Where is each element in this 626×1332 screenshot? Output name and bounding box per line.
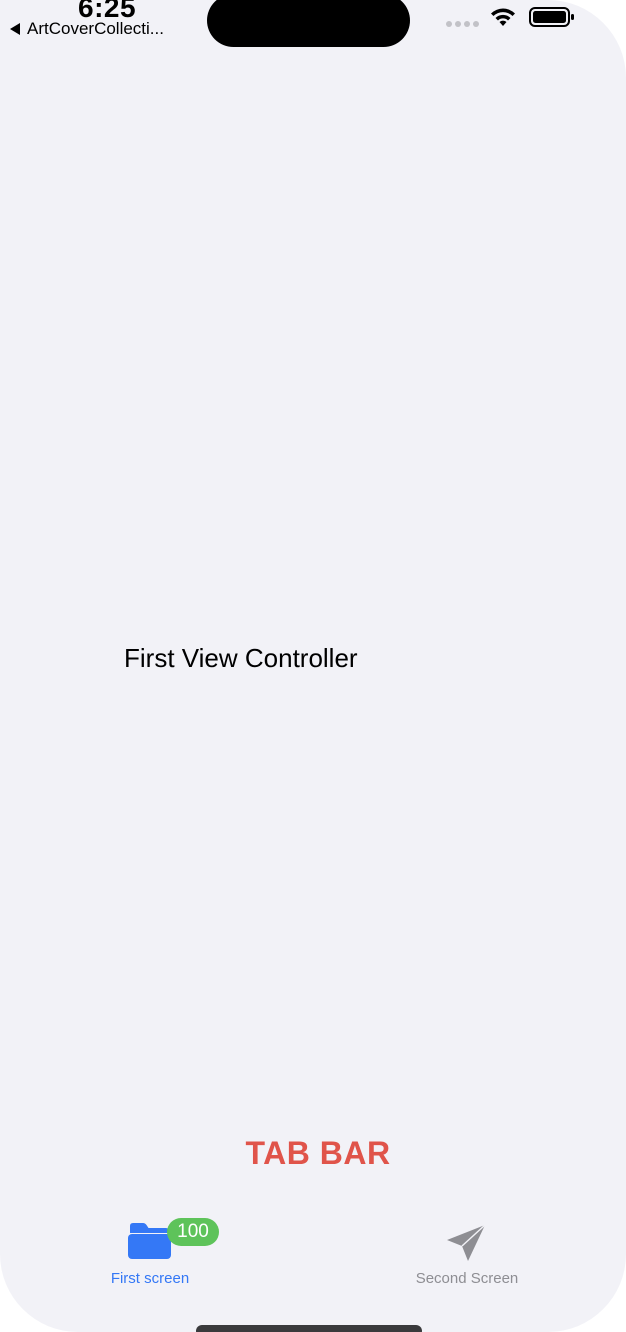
paper-plane-icon xyxy=(447,1224,486,1261)
tab-label-second-screen: Second Screen xyxy=(415,1270,519,1287)
dynamic-island xyxy=(207,0,410,47)
first-view-controller-label: First View Controller xyxy=(124,643,358,673)
cellular-signal-icon xyxy=(446,21,479,27)
back-app-label: ArtCoverCollecti... xyxy=(27,19,164,38)
badge: 100 xyxy=(167,1218,219,1246)
phone-screen: 6:25 ArtCoverCollecti... First View Cont… xyxy=(0,0,626,1332)
tab-label-first-screen: First screen xyxy=(110,1270,190,1287)
home-indicator[interactable] xyxy=(196,1325,422,1332)
tab-first-screen[interactable]: 100 First screen xyxy=(50,1218,250,1298)
folder-icon xyxy=(128,1223,171,1259)
back-triangle-icon xyxy=(10,23,20,35)
back-to-app-link[interactable]: ArtCoverCollecti... xyxy=(10,19,164,39)
battery-icon xyxy=(529,7,574,27)
wifi-icon xyxy=(491,8,515,26)
tab-second-screen[interactable]: Second Screen xyxy=(367,1218,567,1298)
tab-bar-annotation: TAB BAR xyxy=(245,1135,391,1171)
